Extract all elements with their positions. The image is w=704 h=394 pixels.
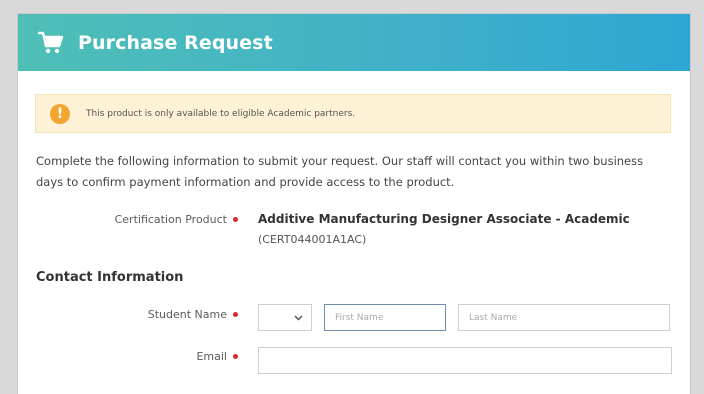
exclamation-icon: ! — [50, 103, 70, 124]
certification-product-label-text: Certification Product — [114, 213, 227, 226]
certification-product-label: Certification Product — [115, 213, 238, 226]
purchase-request-header: Purchase Request — [18, 14, 690, 71]
alert-message: This product is only available to eligib… — [86, 108, 356, 119]
email-label: Email — [196, 350, 238, 363]
name-title-select[interactable] — [258, 304, 312, 331]
required-indicator — [233, 353, 238, 359]
required-indicator — [233, 216, 238, 222]
chevron-down-icon — [294, 314, 303, 321]
page-title: Purchase Request — [78, 31, 273, 54]
last-name-input[interactable] — [458, 304, 670, 331]
contact-information-heading: Contact Information — [36, 270, 184, 285]
email-input[interactable] — [258, 347, 672, 374]
student-name-label-text: Student Name — [147, 308, 227, 321]
intro-text: Complete the following information to su… — [36, 154, 644, 189]
shopping-cart-icon — [37, 29, 65, 57]
certification-product-name: Additive Manufacturing Designer Associat… — [258, 212, 630, 226]
certification-product-code: (CERT044001A1AC) — [258, 233, 367, 246]
first-name-input[interactable] — [324, 304, 446, 331]
email-label-text: Email — [196, 350, 227, 363]
required-indicator — [233, 311, 238, 317]
eligibility-alert: ! This product is only available to elig… — [35, 94, 671, 133]
purchase-request-card: Purchase Request ! This product is only … — [18, 14, 690, 394]
student-name-label: Student Name — [148, 308, 238, 321]
